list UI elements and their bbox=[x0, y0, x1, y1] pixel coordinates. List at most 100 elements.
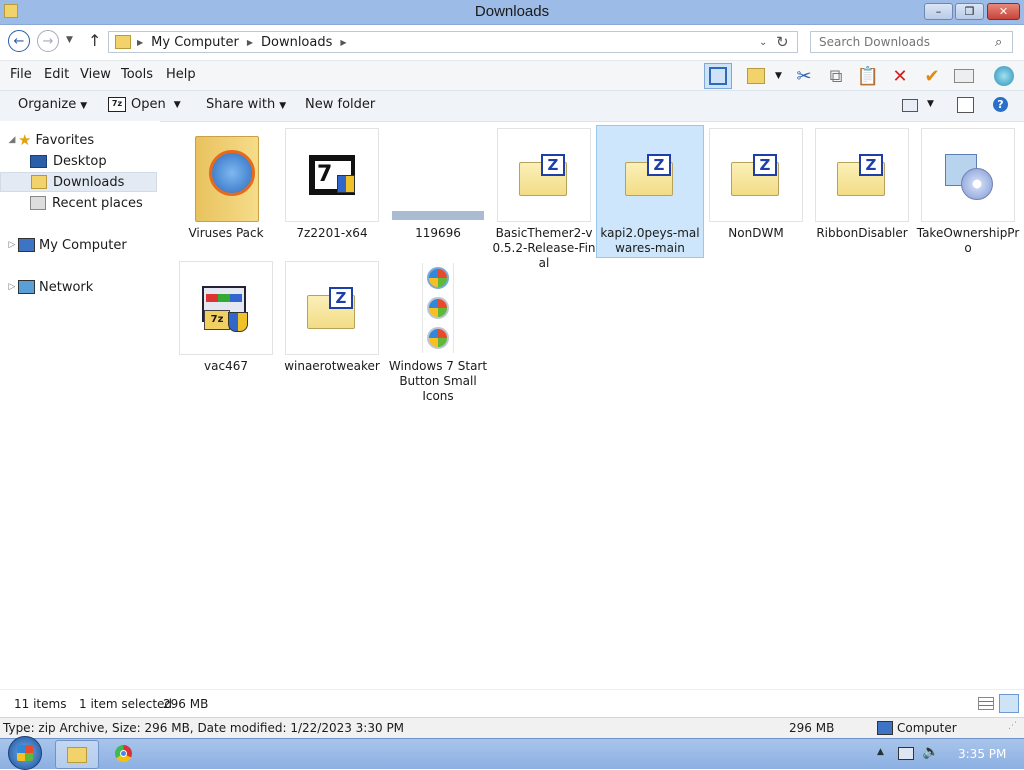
chevron-down-icon[interactable]: ▼ bbox=[775, 71, 782, 81]
large-icons-view-icon[interactable] bbox=[999, 694, 1019, 713]
search-input[interactable] bbox=[817, 34, 991, 50]
details-view-icon[interactable] bbox=[978, 697, 994, 710]
desktop-icon bbox=[30, 154, 47, 168]
nav-desktop[interactable]: Desktop bbox=[30, 151, 107, 171]
breadcrumb-my-computer[interactable]: My Computer bbox=[151, 35, 239, 50]
nav-desktop-label: Desktop bbox=[53, 153, 107, 169]
tray-overflow-icon[interactable]: ▲ bbox=[877, 747, 884, 757]
status-location: Computer bbox=[897, 721, 957, 735]
search-box[interactable]: ⌕ bbox=[810, 31, 1013, 53]
file-item[interactable]: 7 7z2201-x64 bbox=[279, 128, 385, 241]
file-name: vac467 bbox=[204, 359, 248, 373]
file-name: 119696 bbox=[415, 226, 461, 240]
open-label: Open bbox=[131, 97, 166, 112]
open-button[interactable]: 7z Open ▼ bbox=[108, 97, 181, 112]
file-item[interactable]: Z BasicThemer2-v0.5.2-Release-Final bbox=[491, 128, 597, 271]
organize-button[interactable]: Organize ▼ bbox=[18, 97, 87, 112]
chevron-down-icon[interactable]: ▼ bbox=[927, 99, 934, 109]
7zip-icon: 7z bbox=[108, 97, 126, 112]
nav-recent-label: Recent places bbox=[52, 195, 143, 211]
folder-options-icon[interactable] bbox=[742, 63, 770, 89]
forward-button[interactable]: → bbox=[37, 30, 59, 52]
file-name: Viruses Pack bbox=[188, 226, 264, 240]
network-tray-icon[interactable] bbox=[898, 747, 914, 760]
7zip-app-icon: 7z bbox=[179, 261, 273, 355]
file-item[interactable]: 119696 bbox=[385, 128, 491, 241]
file-item[interactable]: Z winaerotweaker bbox=[279, 261, 385, 374]
menu-file[interactable]: File bbox=[10, 67, 32, 82]
file-item-selected[interactable]: Z kapi2.0peys-malwares-main bbox=[596, 125, 704, 258]
nav-favorites[interactable]: ◢ ★ Favorites bbox=[6, 130, 95, 150]
resize-grip-icon[interactable]: ⋰ bbox=[1008, 721, 1017, 731]
globe-icon[interactable] bbox=[990, 63, 1018, 89]
refresh-button[interactable]: ↻ bbox=[776, 33, 789, 51]
file-item[interactable]: Windows 7 Start Button Small Icons bbox=[385, 261, 491, 404]
nav-network[interactable]: ▷ Network bbox=[6, 277, 94, 297]
breadcrumb-separator-icon[interactable]: ▶ bbox=[340, 38, 346, 47]
file-name: NonDWM bbox=[728, 226, 784, 240]
expand-icon[interactable]: ▷ bbox=[6, 282, 18, 292]
breadcrumb-downloads[interactable]: Downloads bbox=[261, 35, 332, 50]
preview-pane-icon[interactable] bbox=[957, 97, 974, 113]
expand-icon[interactable]: ◢ bbox=[6, 135, 18, 145]
new-folder-button[interactable]: New folder bbox=[305, 97, 375, 112]
volume-icon[interactable]: 🔈 bbox=[922, 744, 939, 760]
file-item[interactable]: Z NonDWM bbox=[703, 128, 809, 241]
start-orbs-icon bbox=[391, 261, 485, 355]
back-button[interactable]: ← bbox=[8, 30, 30, 52]
computer-icon bbox=[877, 721, 893, 735]
start-button[interactable] bbox=[8, 736, 42, 770]
breadcrumb-separator-icon[interactable]: ▶ bbox=[137, 38, 143, 47]
restore-button[interactable]: ❐ bbox=[955, 3, 984, 20]
folder-browser-icon bbox=[179, 128, 273, 222]
copy-icon[interactable]: ⧉ bbox=[822, 63, 850, 89]
nav-recent-places[interactable]: Recent places bbox=[30, 193, 143, 213]
nav-computer-label: My Computer bbox=[39, 237, 127, 253]
paste-icon[interactable]: 📋 bbox=[854, 63, 882, 89]
expand-icon[interactable]: ▷ bbox=[6, 240, 18, 250]
search-icon[interactable]: ⌕ bbox=[995, 35, 1002, 50]
taskbar: ▲ 🔈 3:35 PM bbox=[0, 736, 1024, 770]
file-item[interactable]: TakeOwnershipPro bbox=[915, 128, 1021, 256]
cut-icon[interactable]: ✂ bbox=[790, 63, 818, 89]
status-bar: Type: zip Archive, Size: 296 MB, Date mo… bbox=[0, 717, 1024, 739]
star-icon: ★ bbox=[18, 131, 32, 149]
close-button[interactable]: ✕ bbox=[987, 3, 1020, 20]
address-bar[interactable]: ▶ My Computer ▶ Downloads ▶ ⌄ bbox=[108, 31, 798, 53]
status-size: 296 MB bbox=[789, 721, 835, 735]
menu-edit[interactable]: Edit bbox=[44, 67, 69, 82]
nav-network-label: Network bbox=[39, 279, 94, 295]
delete-icon[interactable]: ✕ bbox=[886, 63, 914, 89]
nav-downloads-label: Downloads bbox=[53, 174, 125, 190]
share-with-button[interactable]: Share with ▼ bbox=[206, 97, 286, 112]
address-history-dropdown[interactable]: ⌄ bbox=[759, 37, 767, 48]
clock[interactable]: 3:35 PM bbox=[958, 747, 1006, 761]
minimize-button[interactable]: – bbox=[924, 3, 953, 20]
menu-help[interactable]: Help bbox=[166, 67, 196, 82]
layout-pane-icon[interactable] bbox=[704, 63, 732, 89]
file-item[interactable]: 7z vac467 bbox=[173, 261, 279, 374]
image-thumbnail-icon bbox=[391, 128, 485, 222]
taskbar-chrome-button[interactable] bbox=[104, 740, 142, 767]
file-item[interactable]: Z RibbonDisabler bbox=[809, 128, 915, 241]
file-item[interactable]: Viruses Pack bbox=[173, 128, 279, 241]
change-view-icon[interactable] bbox=[902, 99, 918, 112]
breadcrumb-separator-icon[interactable]: ▶ bbox=[247, 38, 253, 47]
nav-downloads[interactable]: Downloads bbox=[0, 172, 157, 192]
checkmark-icon[interactable]: ✔ bbox=[918, 63, 946, 89]
setup-cd-icon bbox=[921, 128, 1015, 222]
properties-icon[interactable] bbox=[950, 63, 978, 89]
taskbar-explorer-button[interactable] bbox=[55, 740, 99, 769]
selection-size: 296 MB bbox=[163, 697, 209, 711]
file-name: Windows 7 Start Button Small Icons bbox=[388, 359, 488, 403]
restore-icon: ❐ bbox=[964, 5, 975, 18]
close-icon: ✕ bbox=[998, 5, 1009, 18]
help-icon[interactable]: ? bbox=[993, 97, 1008, 112]
selection-count: 1 item selected bbox=[79, 697, 173, 711]
up-button[interactable]: ↑ bbox=[88, 31, 101, 50]
nav-my-computer[interactable]: ▷ My Computer bbox=[6, 235, 127, 255]
menu-tools[interactable]: Tools bbox=[121, 67, 153, 82]
recent-pages-dropdown[interactable]: ▼ bbox=[66, 35, 73, 45]
title-bar[interactable]: Downloads – ❐ ✕ bbox=[0, 0, 1024, 25]
menu-view[interactable]: View bbox=[80, 67, 111, 82]
